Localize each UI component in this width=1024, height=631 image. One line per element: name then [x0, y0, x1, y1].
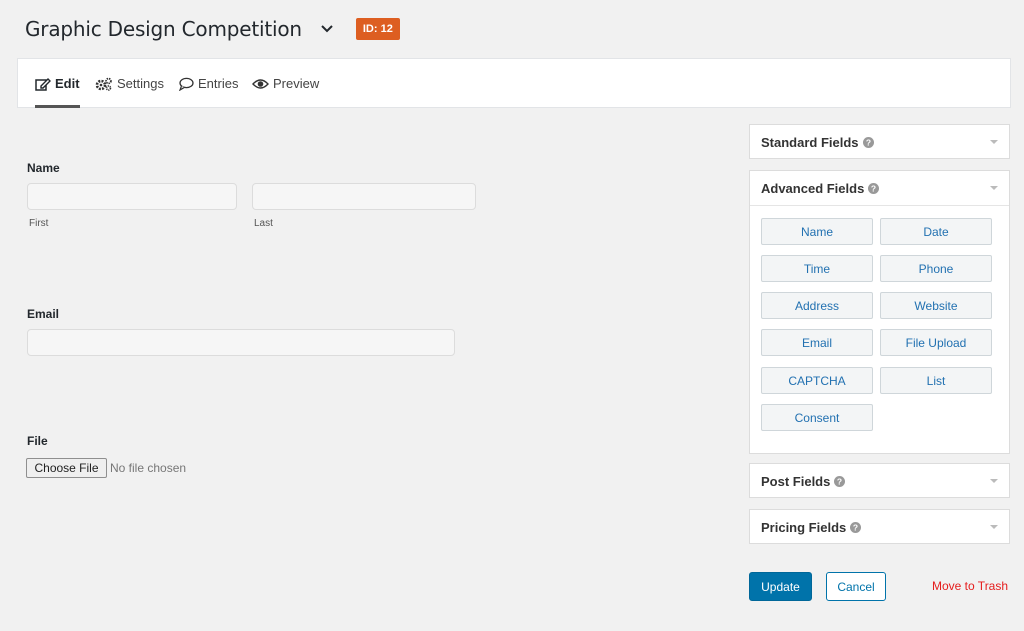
first-name-sublabel: First [29, 218, 49, 229]
eye-icon [252, 77, 269, 91]
post-fields-title: Post Fields [761, 473, 831, 489]
form-id-badge: ID: 12 [355, 18, 400, 40]
file-status-text: No file chosen [110, 461, 187, 475]
cancel-button[interactable]: Cancel [826, 572, 886, 601]
post-fields-header[interactable]: Post Fields ? [750, 464, 1009, 498]
caret-down-icon [990, 525, 998, 529]
comment-icon [178, 77, 194, 91]
gears-icon [95, 77, 113, 91]
add-email-field-button[interactable]: Email [761, 329, 873, 356]
caret-down-icon [990, 140, 998, 144]
choose-file-button[interactable]: Choose File [26, 458, 107, 478]
update-button[interactable]: Update [749, 572, 812, 601]
advanced-fields-panel: Advanced Fields ? Name Date Time Phone A… [749, 170, 1010, 454]
add-list-field-button[interactable]: List [880, 367, 992, 394]
add-captcha-field-button[interactable]: CAPTCHA [761, 367, 873, 394]
add-website-field-button[interactable]: Website [880, 292, 992, 319]
chevron-down-icon[interactable] [320, 22, 334, 36]
form-title: Graphic Design Competition [25, 17, 302, 41]
advanced-fields-header[interactable]: Advanced Fields ? [750, 171, 1009, 205]
last-name-input[interactable] [252, 183, 476, 210]
tab-edit[interactable]: Edit [35, 59, 80, 108]
add-name-field-button[interactable]: Name [761, 218, 873, 245]
help-icon[interactable]: ? [868, 182, 880, 194]
add-time-field-button[interactable]: Time [761, 255, 873, 282]
pricing-fields-title: Pricing Fields [761, 519, 847, 535]
post-fields-panel: Post Fields ? [749, 463, 1010, 498]
add-consent-field-button[interactable]: Consent [761, 404, 873, 431]
help-icon[interactable]: ? [850, 521, 862, 533]
add-file-upload-field-button[interactable]: File Upload [880, 329, 992, 356]
tab-entries[interactable]: Entries [178, 59, 238, 108]
tab-settings-label: Settings [117, 76, 164, 91]
first-name-input[interactable] [27, 183, 237, 210]
standard-fields-header[interactable]: Standard Fields ? [750, 125, 1009, 159]
add-date-field-button[interactable]: Date [880, 218, 992, 245]
add-phone-field-button[interactable]: Phone [880, 255, 992, 282]
email-input[interactable] [27, 329, 455, 356]
pricing-fields-header[interactable]: Pricing Fields ? [750, 510, 1009, 544]
svg-text:?: ? [865, 137, 870, 147]
move-to-trash-link[interactable]: Move to Trash [932, 579, 1008, 593]
file-field-label: File [27, 434, 48, 448]
svg-text:?: ? [853, 522, 858, 532]
standard-fields-title: Standard Fields [761, 134, 859, 150]
tab-preview-label: Preview [273, 76, 320, 91]
help-icon[interactable]: ? [862, 136, 874, 148]
tab-entries-label: Entries [198, 76, 239, 91]
tab-preview[interactable]: Preview [252, 59, 319, 108]
advanced-fields-title: Advanced Fields [761, 180, 865, 196]
add-address-field-button[interactable]: Address [761, 292, 873, 319]
tab-edit-label: Edit [55, 76, 80, 91]
tab-settings[interactable]: Settings [95, 59, 164, 108]
edit-icon [35, 77, 51, 91]
caret-down-icon [990, 186, 998, 190]
pricing-fields-panel: Pricing Fields ? [749, 509, 1010, 544]
last-name-sublabel: Last [254, 218, 273, 229]
form-tabs: Edit Settings Entries Preview [17, 58, 1011, 108]
email-field-label: Email [27, 307, 60, 321]
svg-text:?: ? [837, 476, 842, 486]
standard-fields-panel: Standard Fields ? [749, 124, 1010, 159]
help-icon[interactable]: ? [834, 475, 846, 487]
svg-text:?: ? [871, 183, 876, 193]
caret-down-icon [990, 479, 998, 483]
page-header: Graphic Design Competition ID: 12 [25, 14, 400, 44]
advanced-fields-body: Name Date Time Phone Address Website Ema… [750, 205, 1009, 453]
name-field-label: Name [27, 161, 60, 175]
